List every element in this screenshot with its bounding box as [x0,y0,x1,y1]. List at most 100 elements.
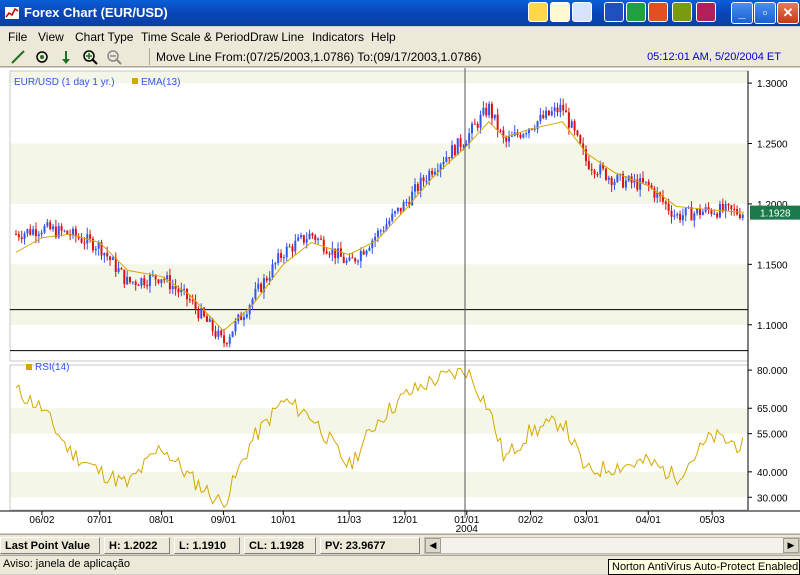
forex-chart[interactable]: 1.30001.25001.20001.15001.100080.00065.0… [0,68,800,533]
candle-body [322,239,325,252]
candle-body [223,335,226,344]
candle-body [220,330,223,336]
candle-body [411,191,414,206]
candle-body [308,233,311,240]
horizontal-scrollbar[interactable]: ◀ ▶ [424,537,800,554]
candle-body [664,201,667,204]
candle-body [553,107,556,112]
last-point-label: Last Point Value [0,537,100,554]
rsi-tick-label: 80.000 [757,366,788,377]
candle-body [137,284,140,286]
candle-body [414,184,416,192]
zoom-out-icon[interactable] [106,49,122,65]
candle-body [642,178,644,183]
candle-body [593,170,596,175]
x-tick-label: 12/01 [392,515,417,526]
menu-help[interactable]: Help [371,30,396,44]
norton-tooltip: Norton AntiVirus Auto-Protect Enabled [608,559,800,575]
candle-body [231,331,234,337]
taskbar-icon-2[interactable] [550,2,570,22]
candle-body [391,213,394,221]
zoom-in-icon[interactable] [82,49,98,65]
taskbar-icon-8[interactable] [696,2,716,22]
candle-body [228,336,231,344]
candle-body [396,207,399,212]
taskbar-icon-1[interactable] [528,2,548,22]
menu-view[interactable]: View [38,30,64,44]
candle-body [271,264,274,278]
candle-body [394,211,397,214]
candle-body [302,235,305,243]
menu-chart-type[interactable]: Chart Type [75,30,133,44]
minimize-button[interactable]: _ [731,2,753,24]
scroll-left-icon[interactable]: ◀ [425,538,441,553]
candle-body [148,275,151,287]
candle-body [710,209,713,214]
taskbar-icon-7[interactable] [672,2,692,22]
excel-icon[interactable] [626,2,646,22]
candle-body [143,278,146,286]
candle-body [721,203,724,212]
candle-body [63,230,66,232]
candle-body [519,134,522,138]
price-tick-label: 1.3000 [757,79,788,90]
maximize-button[interactable]: ▫ [754,2,776,24]
candle-body [214,331,217,337]
candle-body [647,181,650,186]
candle-body [94,248,97,251]
candle-body [337,248,340,259]
menu-file[interactable]: File [8,30,27,44]
taskbar-icon-3[interactable] [572,2,592,22]
candle-body [693,213,696,221]
crosshair-icon[interactable] [34,49,50,65]
candle-body [533,128,536,130]
candle-body [624,180,627,188]
candle-body [562,104,565,111]
menu-draw-line[interactable]: Draw Line [250,30,304,44]
candle-body [371,240,374,248]
candle-body [567,112,570,128]
chart-area[interactable]: 1.3000 1.2500 1.2000 1.1500 1.1000 80.000 65.0… [0,68,800,533]
candle-body [140,278,143,286]
x-tick-label: 10/01 [271,515,296,526]
info-bar: Last Point Value H: 1.2022 L: 1.1910 CL:… [0,534,800,554]
x-tick-label: 06/02 [29,515,54,526]
scroll-right-icon[interactable]: ▶ [783,538,799,553]
toolbar: Move Line From:(07/25/2003,1.0786) To:(0… [0,46,800,67]
close-button[interactable]: ✕ [777,2,799,24]
candle-body [146,285,149,287]
candle-body [52,226,55,230]
app-icon [5,7,19,19]
candle-body [282,257,285,259]
candle-body [701,211,704,216]
candle-body [368,247,371,251]
candle-body [556,107,559,113]
word-icon[interactable] [604,2,624,22]
candle-body [522,134,525,138]
candle-body [305,239,308,243]
candle-body [419,177,422,192]
candle-body [388,220,391,225]
x-tick-label: 05/03 [700,515,725,526]
candle-body [97,242,100,249]
rsi-tick-label: 40.000 [757,468,788,479]
candle-body [399,207,402,212]
arrow-down-icon[interactable] [58,49,74,65]
menu-indicators[interactable]: Indicators [312,30,364,44]
draw-line-icon[interactable] [10,49,26,65]
candle-body [345,260,348,263]
candle-body [684,208,687,216]
candle-body [738,214,741,219]
year-label: 2004 [456,524,479,533]
powerpoint-icon[interactable] [648,2,668,22]
menu-time-scale[interactable]: Time Scale & Period [141,30,250,44]
x-tick-label: 02/02 [518,515,543,526]
price-tick-label: 1.1500 [757,260,788,271]
candle-body [456,138,459,156]
candle-body [34,229,37,237]
x-tick-label: 08/01 [149,515,174,526]
candle-body [288,246,291,248]
candle-body [317,238,320,241]
last-price-label: 1.1928 [760,209,791,220]
candle-body [245,314,248,318]
